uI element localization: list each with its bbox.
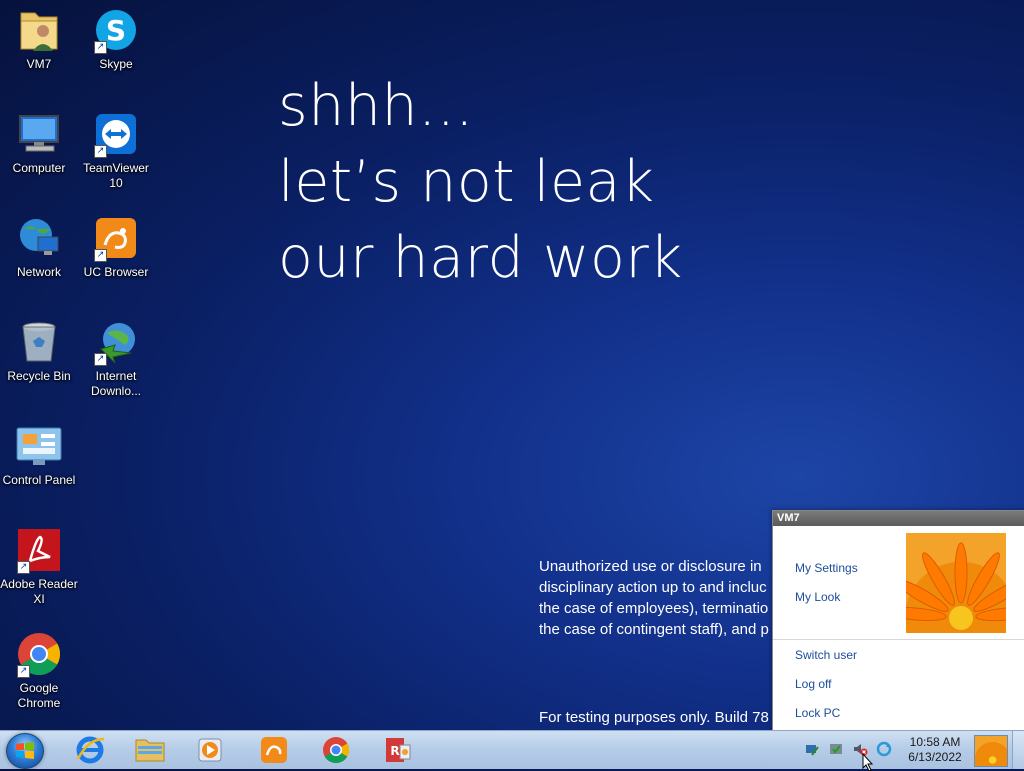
svg-text:S: S: [106, 14, 126, 47]
desktop-icon-label: Network: [16, 265, 61, 279]
recycle-bin-icon: [15, 318, 63, 366]
switch-user-link[interactable]: Switch user: [795, 648, 857, 662]
network-tray-icon[interactable]: [804, 741, 820, 757]
notice-line: the case of contingent staff), and p: [539, 621, 769, 638]
media-player-icon: [198, 738, 222, 762]
notice-line: Unauthorized use or disclosure in: [539, 558, 762, 575]
desktop-icon-label: Computer: [12, 161, 66, 175]
taskbar-windows-explorer[interactable]: [124, 733, 176, 767]
panel-divider: [773, 639, 1024, 640]
taskbar-reader-app[interactable]: R: [372, 733, 424, 767]
user-panel-title: VM7: [773, 511, 1024, 526]
computer-icon: [15, 110, 63, 158]
user-avatar: [906, 533, 1006, 633]
shortcut-arrow-icon: ↗: [94, 249, 107, 262]
adobe-reader-icon: ↗: [15, 526, 63, 574]
taskbar-chrome[interactable]: [310, 733, 362, 767]
desktop-icon-label: VM7: [26, 57, 52, 71]
desktop-icon-network[interactable]: Network: [0, 214, 78, 280]
desktop-icon-label: Skype: [99, 57, 133, 71]
user-menu-panel: VM7 My Settings My Look Switch user Log …: [772, 510, 1024, 732]
wallpaper-line: our hard work: [278, 225, 683, 291]
reader-app-icon: R: [386, 738, 411, 762]
desktop-icon-label: UC Browser: [83, 265, 149, 279]
security-tray-icon[interactable]: [828, 741, 844, 757]
shortcut-arrow-icon: ↗: [94, 41, 107, 54]
desktop-icon-google-chrome[interactable]: ↗ Google Chrome: [0, 630, 78, 711]
desktop-icon-label: Internet Downlo...: [90, 369, 142, 398]
taskbar: R 10:58 AM 6/13/2022: [0, 730, 1024, 771]
taskbar-clock[interactable]: 10:58 AM 6/13/2022: [900, 735, 970, 765]
desktop-icon-vm7[interactable]: VM7: [0, 6, 78, 72]
sync-tray-icon[interactable]: [876, 741, 892, 757]
mouse-cursor-icon: [862, 753, 874, 771]
internet-explorer-icon: [76, 736, 105, 764]
teamviewer-icon: ↗: [92, 110, 140, 158]
wallpaper-line: let’s not leak: [278, 149, 655, 215]
chrome-icon: ↗: [15, 630, 63, 678]
windows-explorer-icon: [135, 739, 165, 762]
start-button[interactable]: [6, 733, 44, 769]
lock-pc-link[interactable]: Lock PC: [795, 706, 840, 720]
shortcut-arrow-icon: ↗: [94, 145, 107, 158]
taskbar-media-player[interactable]: [184, 733, 236, 767]
clock-date: 6/13/2022: [908, 750, 962, 764]
user-folder-icon: [15, 6, 63, 54]
internet-download-manager-icon: ↗: [92, 318, 140, 366]
desktop-icon-adobe-reader[interactable]: ↗ Adobe Reader XI: [0, 526, 78, 607]
desktop-icon-label: TeamViewer 10: [83, 161, 149, 190]
chrome-icon: [323, 737, 350, 764]
desktop-icon-computer[interactable]: Computer: [0, 110, 78, 176]
desktop-icon-control-panel[interactable]: Control Panel: [0, 422, 78, 488]
desktop: VM7 Computer Network Recycle Bin Control…: [0, 0, 1024, 732]
desktop-icon-uc-browser[interactable]: ↗ UC Browser: [77, 214, 155, 280]
control-panel-icon: [15, 422, 63, 470]
my-look-link[interactable]: My Look: [795, 590, 840, 604]
taskbar-user-avatar[interactable]: [974, 735, 1008, 767]
log-off-link[interactable]: Log off: [795, 677, 831, 691]
wallpaper-notice: Unauthorized use or disclosure in discip…: [539, 556, 771, 640]
desktop-icon-label: Adobe Reader XI: [0, 577, 78, 606]
build-notice: For testing purposes only. Build 78: [539, 709, 769, 726]
desktop-icon-label: Control Panel: [2, 473, 76, 487]
desktop-icon-skype[interactable]: S ↗ Skype: [77, 6, 155, 72]
my-settings-link[interactable]: My Settings: [795, 561, 858, 575]
notice-line: disciplinary action up to and incluc: [539, 579, 767, 596]
taskbar-uc-browser[interactable]: [248, 733, 300, 767]
svg-text:R: R: [390, 744, 399, 758]
skype-icon: S ↗: [92, 6, 140, 54]
windows-logo-icon: [16, 742, 34, 759]
desktop-icon-internet-download-manager[interactable]: ↗ Internet Downlo...: [77, 318, 155, 399]
wallpaper-headline: shhh... let’s not leak our hard work: [278, 68, 683, 296]
clock-time: 10:58 AM: [909, 735, 961, 749]
uc-browser-icon: [261, 737, 287, 763]
uc-browser-icon: ↗: [92, 214, 140, 262]
desktop-icon-recycle-bin[interactable]: Recycle Bin: [0, 318, 78, 384]
taskbar-internet-explorer[interactable]: [64, 733, 116, 767]
shortcut-arrow-icon: ↗: [94, 353, 107, 366]
desktop-icon-label: Recycle Bin: [7, 369, 71, 383]
desktop-icon-label: Google Chrome: [17, 681, 61, 710]
desktop-icon-teamviewer[interactable]: ↗ TeamViewer 10: [77, 110, 155, 191]
notice-line: the case of employees), terminatio: [539, 600, 769, 617]
shortcut-arrow-icon: ↗: [17, 561, 30, 574]
shortcut-arrow-icon: ↗: [17, 665, 30, 678]
wallpaper-line: shhh...: [278, 73, 474, 139]
network-icon: [15, 214, 63, 262]
show-desktop-button[interactable]: [1012, 731, 1024, 769]
